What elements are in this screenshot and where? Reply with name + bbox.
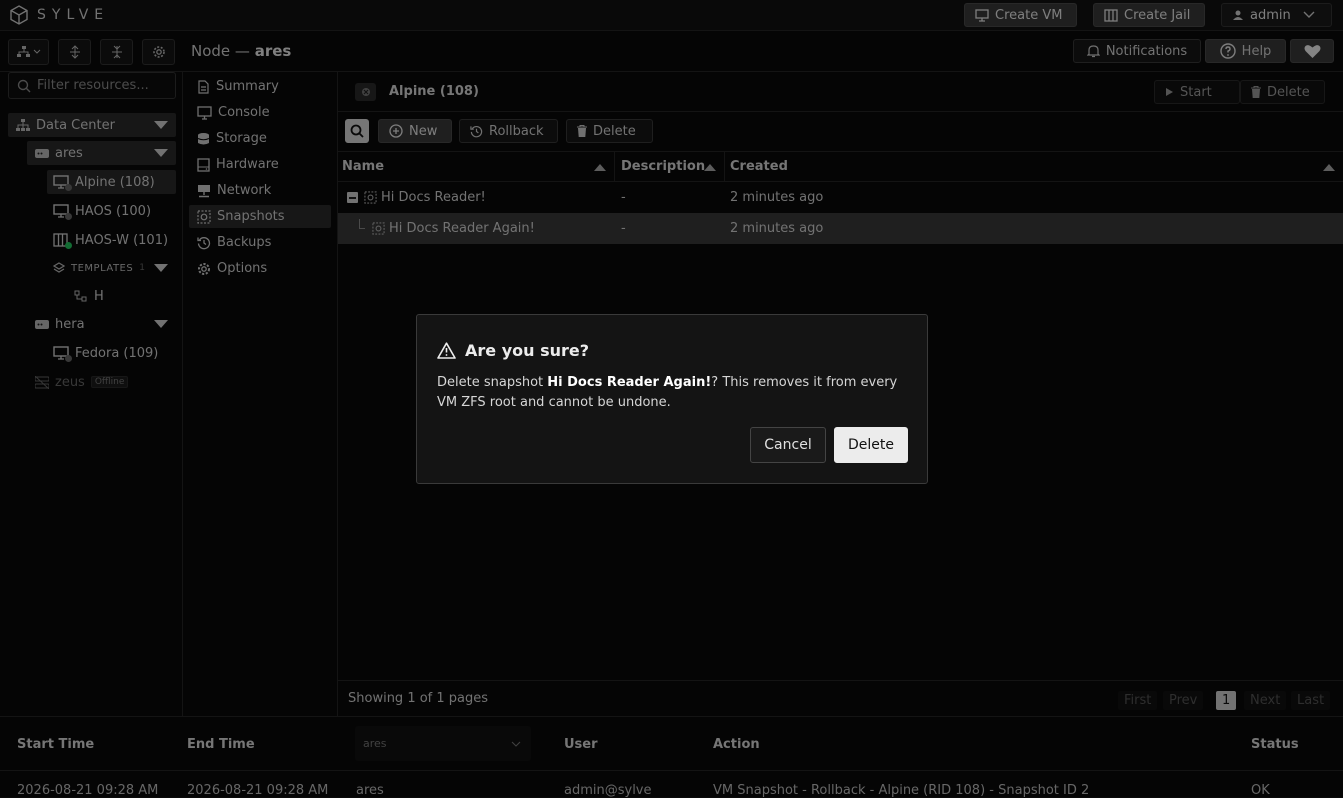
warning-icon xyxy=(437,342,456,359)
dialog-message: Delete snapshot Hi Docs Reader Again!? T… xyxy=(437,375,898,410)
confirm-dialog: Are you sure? Delete snapshot Hi Docs Re… xyxy=(416,314,928,484)
modal-backdrop[interactable]: Are you sure? Delete snapshot Hi Docs Re… xyxy=(0,0,1343,797)
cancel-button[interactable]: Cancel xyxy=(750,427,826,463)
dialog-title: Are you sure? xyxy=(437,341,589,360)
confirm-delete-button[interactable]: Delete xyxy=(834,427,908,463)
